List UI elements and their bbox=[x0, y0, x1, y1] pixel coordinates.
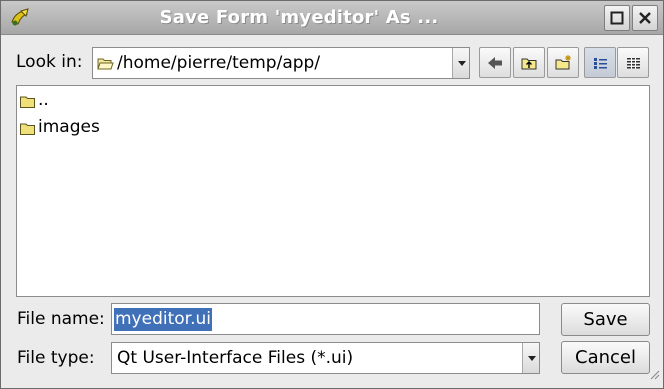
file-name-label: File name: bbox=[17, 309, 105, 329]
resize-grip-icon[interactable] bbox=[648, 365, 660, 385]
folder-open-icon bbox=[97, 56, 114, 76]
window-title: Save Form 'myeditor' As ... bbox=[159, 7, 439, 28]
back-button[interactable] bbox=[479, 47, 511, 78]
close-button[interactable] bbox=[632, 5, 658, 31]
new-folder-button[interactable] bbox=[547, 47, 579, 78]
close-icon bbox=[639, 12, 651, 24]
list-view-icon bbox=[594, 58, 607, 69]
file-type-value: Qt User-Interface Files (*.ui) bbox=[117, 348, 354, 368]
save-button[interactable]: Save bbox=[561, 303, 650, 336]
detail-view-icon bbox=[627, 58, 640, 69]
file-item-name: .. bbox=[38, 90, 49, 110]
back-icon bbox=[488, 57, 502, 69]
list-view-button[interactable] bbox=[584, 47, 616, 78]
file-type-combo[interactable]: Qt User-Interface Files (*.ui) bbox=[111, 342, 540, 374]
detail-view-button[interactable] bbox=[617, 47, 649, 78]
file-type-dropdown-arrow[interactable] bbox=[522, 343, 539, 373]
folder-icon bbox=[20, 119, 36, 143]
file-item-name: images bbox=[38, 117, 100, 137]
file-name-field[interactable]: myeditor.ui bbox=[111, 303, 540, 335]
file-list[interactable]: .. images bbox=[16, 85, 650, 297]
new-folder-icon bbox=[555, 55, 571, 70]
look-in-dropdown-arrow[interactable] bbox=[452, 48, 469, 78]
maximize-icon bbox=[610, 11, 624, 25]
maximize-button[interactable] bbox=[604, 5, 630, 31]
parent-folder-icon bbox=[521, 58, 537, 70]
look-in-path: /home/pierre/temp/app/ bbox=[117, 53, 321, 73]
look-in-combo[interactable]: /home/pierre/temp/app/ bbox=[92, 47, 470, 79]
file-type-label: File type: bbox=[17, 348, 95, 368]
title-bar[interactable]: Save Form 'myeditor' As ... bbox=[1, 1, 663, 35]
look-in-label: Look in: bbox=[16, 52, 83, 72]
file-name-value[interactable]: myeditor.ui bbox=[114, 308, 212, 331]
cancel-button[interactable]: Cancel bbox=[561, 341, 650, 374]
folder-icon bbox=[20, 92, 36, 116]
save-dialog: Save Form 'myeditor' As ... Look in: /ho… bbox=[0, 0, 664, 389]
parent-folder-button[interactable] bbox=[513, 47, 545, 78]
